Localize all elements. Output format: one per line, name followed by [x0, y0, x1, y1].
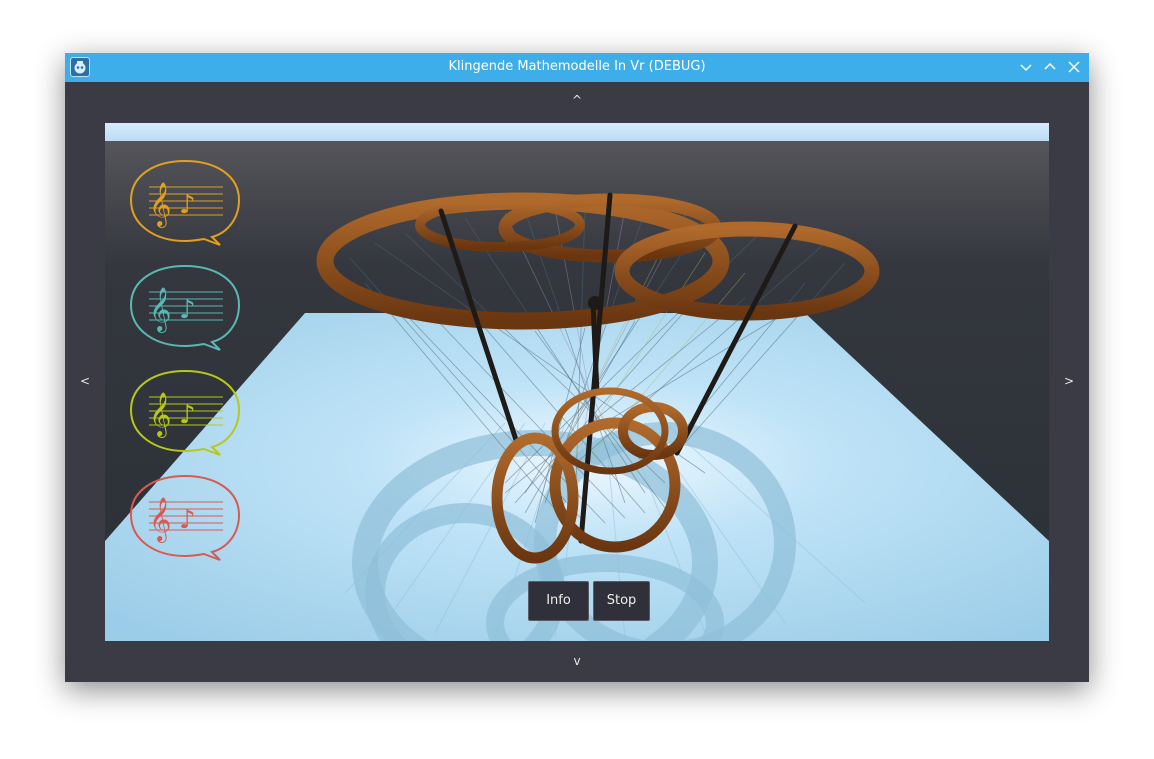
nav-up-label: ^: [571, 93, 583, 107]
svg-text:𝄞: 𝄞: [149, 287, 171, 333]
sound-bubble-lime[interactable]: 𝄞 ♪: [127, 367, 243, 463]
nav-left-button[interactable]: <: [65, 123, 105, 641]
maximize-icon[interactable]: [1040, 57, 1060, 77]
svg-text:𝄞: 𝄞: [149, 497, 171, 543]
3d-scene-render: [105, 123, 1049, 641]
nav-right-button[interactable]: >: [1049, 123, 1089, 641]
3d-viewport[interactable]: 𝄞 ♪ 𝄞 ♪ 𝄞 ♪ 𝄞 ♪ Info Stop: [105, 123, 1049, 641]
sound-bubble-red[interactable]: 𝄞 ♪: [127, 472, 243, 568]
info-button[interactable]: Info: [528, 581, 589, 621]
music-note-bubble-icon: 𝄞 ♪: [129, 159, 241, 246]
svg-text:𝄞: 𝄞: [149, 392, 171, 438]
minimize-icon[interactable]: [1016, 57, 1036, 77]
sound-bubble-orange[interactable]: 𝄞 ♪: [127, 157, 243, 253]
svg-text:𝄞: 𝄞: [149, 182, 171, 228]
music-note-bubble-icon: 𝄞 ♪: [129, 369, 241, 456]
svg-text:♪: ♪: [179, 295, 196, 325]
nav-right-label: >: [1063, 374, 1075, 388]
music-note-bubble-icon: 𝄞 ♪: [129, 474, 241, 561]
svg-text:♪: ♪: [179, 400, 196, 430]
music-note-bubble-icon: 𝄞 ♪: [129, 264, 241, 351]
close-icon[interactable]: [1064, 57, 1084, 77]
svg-text:♪: ♪: [179, 505, 196, 535]
sound-bubble-teal[interactable]: 𝄞 ♪: [127, 262, 243, 358]
nav-up-button[interactable]: ^: [65, 82, 1089, 123]
window-title: Klingende Mathemodelle In Vr (DEBUG): [448, 59, 706, 74]
title-bar[interactable]: Klingende Mathemodelle In Vr (DEBUG): [65, 53, 1089, 82]
svg-text:♪: ♪: [179, 190, 196, 220]
nav-down-button[interactable]: v: [65, 641, 1089, 682]
nav-down-label: v: [573, 654, 581, 668]
stop-button[interactable]: Stop: [593, 581, 650, 621]
nav-left-label: <: [79, 374, 91, 388]
app-window: Klingende Mathemodelle In Vr (DEBUG) ^ <…: [65, 53, 1089, 682]
